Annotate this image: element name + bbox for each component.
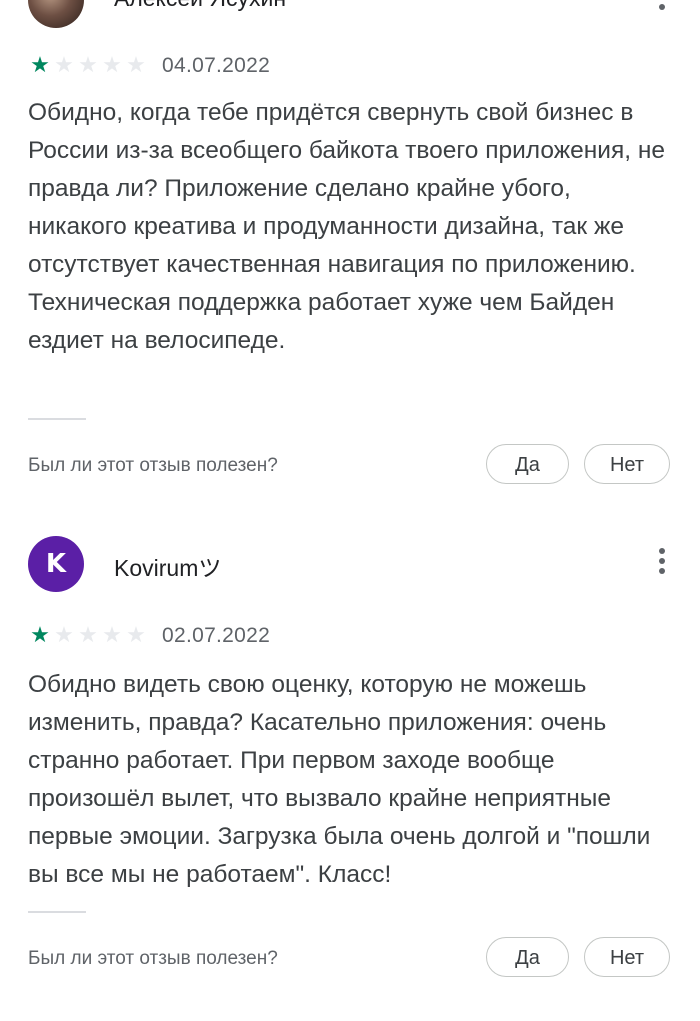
review-date: 02.07.2022 bbox=[162, 624, 271, 647]
helpful-row: Был ли этот отзыв полезен? Да Нет bbox=[28, 937, 672, 981]
helpful-yes-button[interactable]: Да bbox=[486, 937, 569, 977]
review-author: Kovirumツ bbox=[114, 555, 222, 581]
avatar: K bbox=[28, 536, 84, 592]
review-card: K Kovirumツ ★ ★ ★ ★ ★ 02.07.2022 Обидно в… bbox=[0, 0, 700, 1021]
review-text: Обидно видеть свою оценку, которую не мо… bbox=[28, 671, 651, 888]
review-meta: ★ ★ ★ ★ ★ 02.07.2022 bbox=[28, 622, 270, 650]
star-icon: ★ bbox=[126, 623, 146, 648]
star-icon: ★ bbox=[78, 623, 98, 648]
star-icon: ★ bbox=[54, 623, 74, 648]
divider bbox=[28, 911, 86, 913]
helpful-question: Был ли этот отзыв полезен? bbox=[28, 948, 278, 969]
star-icon: ★ bbox=[30, 623, 50, 648]
star-rating: ★ ★ ★ ★ ★ bbox=[28, 625, 148, 647]
star-icon: ★ bbox=[102, 623, 122, 648]
helpful-no-button[interactable]: Нет bbox=[584, 937, 670, 977]
more-options-icon[interactable] bbox=[654, 548, 670, 580]
review-header: K Kovirumツ bbox=[28, 536, 672, 600]
